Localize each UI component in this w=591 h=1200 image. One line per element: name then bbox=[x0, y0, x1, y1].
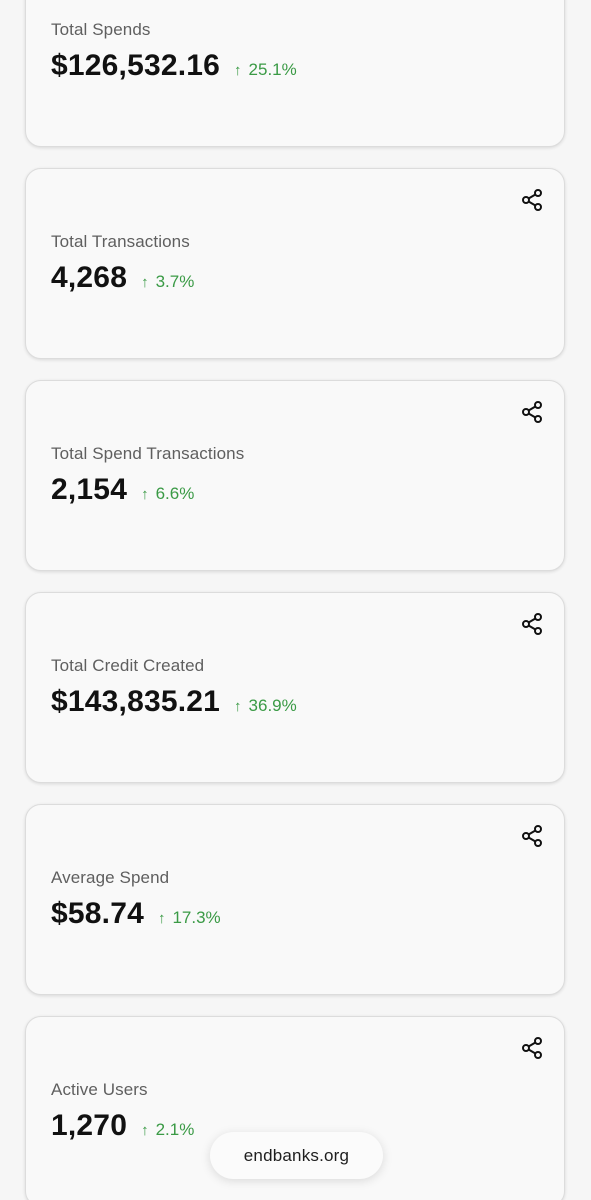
metric-card-total-spends: Total Spends $126,532.16 ↑ 25.1% bbox=[25, 0, 565, 147]
metric-value: $143,835.21 bbox=[51, 685, 221, 718]
metric-card-total-transactions: Total Transactions 4,268 ↑ 3.7% bbox=[25, 168, 565, 359]
metric-change: ↑ 36.9% bbox=[234, 696, 297, 716]
metric-row: $143,835.21 ↑ 36.9% bbox=[51, 685, 297, 719]
share-icon[interactable] bbox=[520, 1036, 544, 1060]
metric-change-value: 36.9% bbox=[248, 696, 297, 715]
metric-label: Total Transactions bbox=[51, 232, 190, 251]
metric-value: 2,154 bbox=[51, 473, 128, 506]
metric-label: Total Spend Transactions bbox=[51, 444, 245, 463]
metric-change: ↑ 6.6% bbox=[141, 484, 194, 504]
metric-value: $126,532.16 bbox=[51, 49, 221, 82]
metric-card-total-credit-created: Total Credit Created $143,835.21 ↑ 36.9% bbox=[25, 592, 565, 783]
arrow-up-icon: ↑ bbox=[141, 1122, 149, 1139]
share-icon[interactable] bbox=[520, 612, 544, 636]
metric-change-value: 6.6% bbox=[155, 484, 195, 503]
metric-row: 2,154 ↑ 6.6% bbox=[51, 473, 194, 507]
metric-label: Average Spend bbox=[51, 868, 170, 887]
metric-change-value: 25.1% bbox=[248, 60, 297, 79]
metric-change: ↑ 3.7% bbox=[141, 272, 194, 292]
metric-label: Total Spends bbox=[51, 20, 151, 39]
metrics-page: Total Spends $126,532.16 ↑ 25.1% Total T… bbox=[0, 0, 591, 1200]
metric-row: 1,270 ↑ 2.1% bbox=[51, 1109, 194, 1143]
metric-label: Total Credit Created bbox=[51, 656, 205, 675]
metric-change: ↑ 17.3% bbox=[158, 908, 221, 928]
arrow-up-icon: ↑ bbox=[141, 274, 149, 291]
metric-change-value: 17.3% bbox=[172, 908, 221, 927]
share-icon[interactable] bbox=[520, 400, 544, 424]
metric-value: 4,268 bbox=[51, 261, 128, 294]
metric-change: ↑ 2.1% bbox=[141, 1120, 194, 1140]
metric-row: 4,268 ↑ 3.7% bbox=[51, 261, 194, 295]
metric-value: 1,270 bbox=[51, 1109, 128, 1142]
domain-pill[interactable]: endbanks.org bbox=[210, 1132, 383, 1179]
metric-row: $126,532.16 ↑ 25.1% bbox=[51, 49, 297, 83]
arrow-up-icon: ↑ bbox=[157, 910, 166, 927]
metric-change: ↑ 25.1% bbox=[234, 60, 297, 80]
metric-change-value: 3.7% bbox=[155, 272, 195, 291]
metric-change-value: 2.1% bbox=[155, 1120, 195, 1139]
arrow-up-icon: ↑ bbox=[234, 62, 242, 79]
metric-card-average-spend: Average Spend $58.74 ↑ 17.3% bbox=[25, 804, 565, 995]
metric-label: Active Users bbox=[51, 1080, 148, 1099]
share-icon[interactable] bbox=[520, 188, 544, 212]
arrow-up-icon: ↑ bbox=[234, 698, 242, 715]
share-icon[interactable] bbox=[520, 824, 544, 848]
arrow-up-icon: ↑ bbox=[141, 486, 149, 503]
metric-value: $58.74 bbox=[51, 897, 144, 930]
metric-card-total-spend-transactions: Total Spend Transactions 2,154 ↑ 6.6% bbox=[25, 380, 565, 571]
metric-row: $58.74 ↑ 17.3% bbox=[51, 897, 221, 931]
